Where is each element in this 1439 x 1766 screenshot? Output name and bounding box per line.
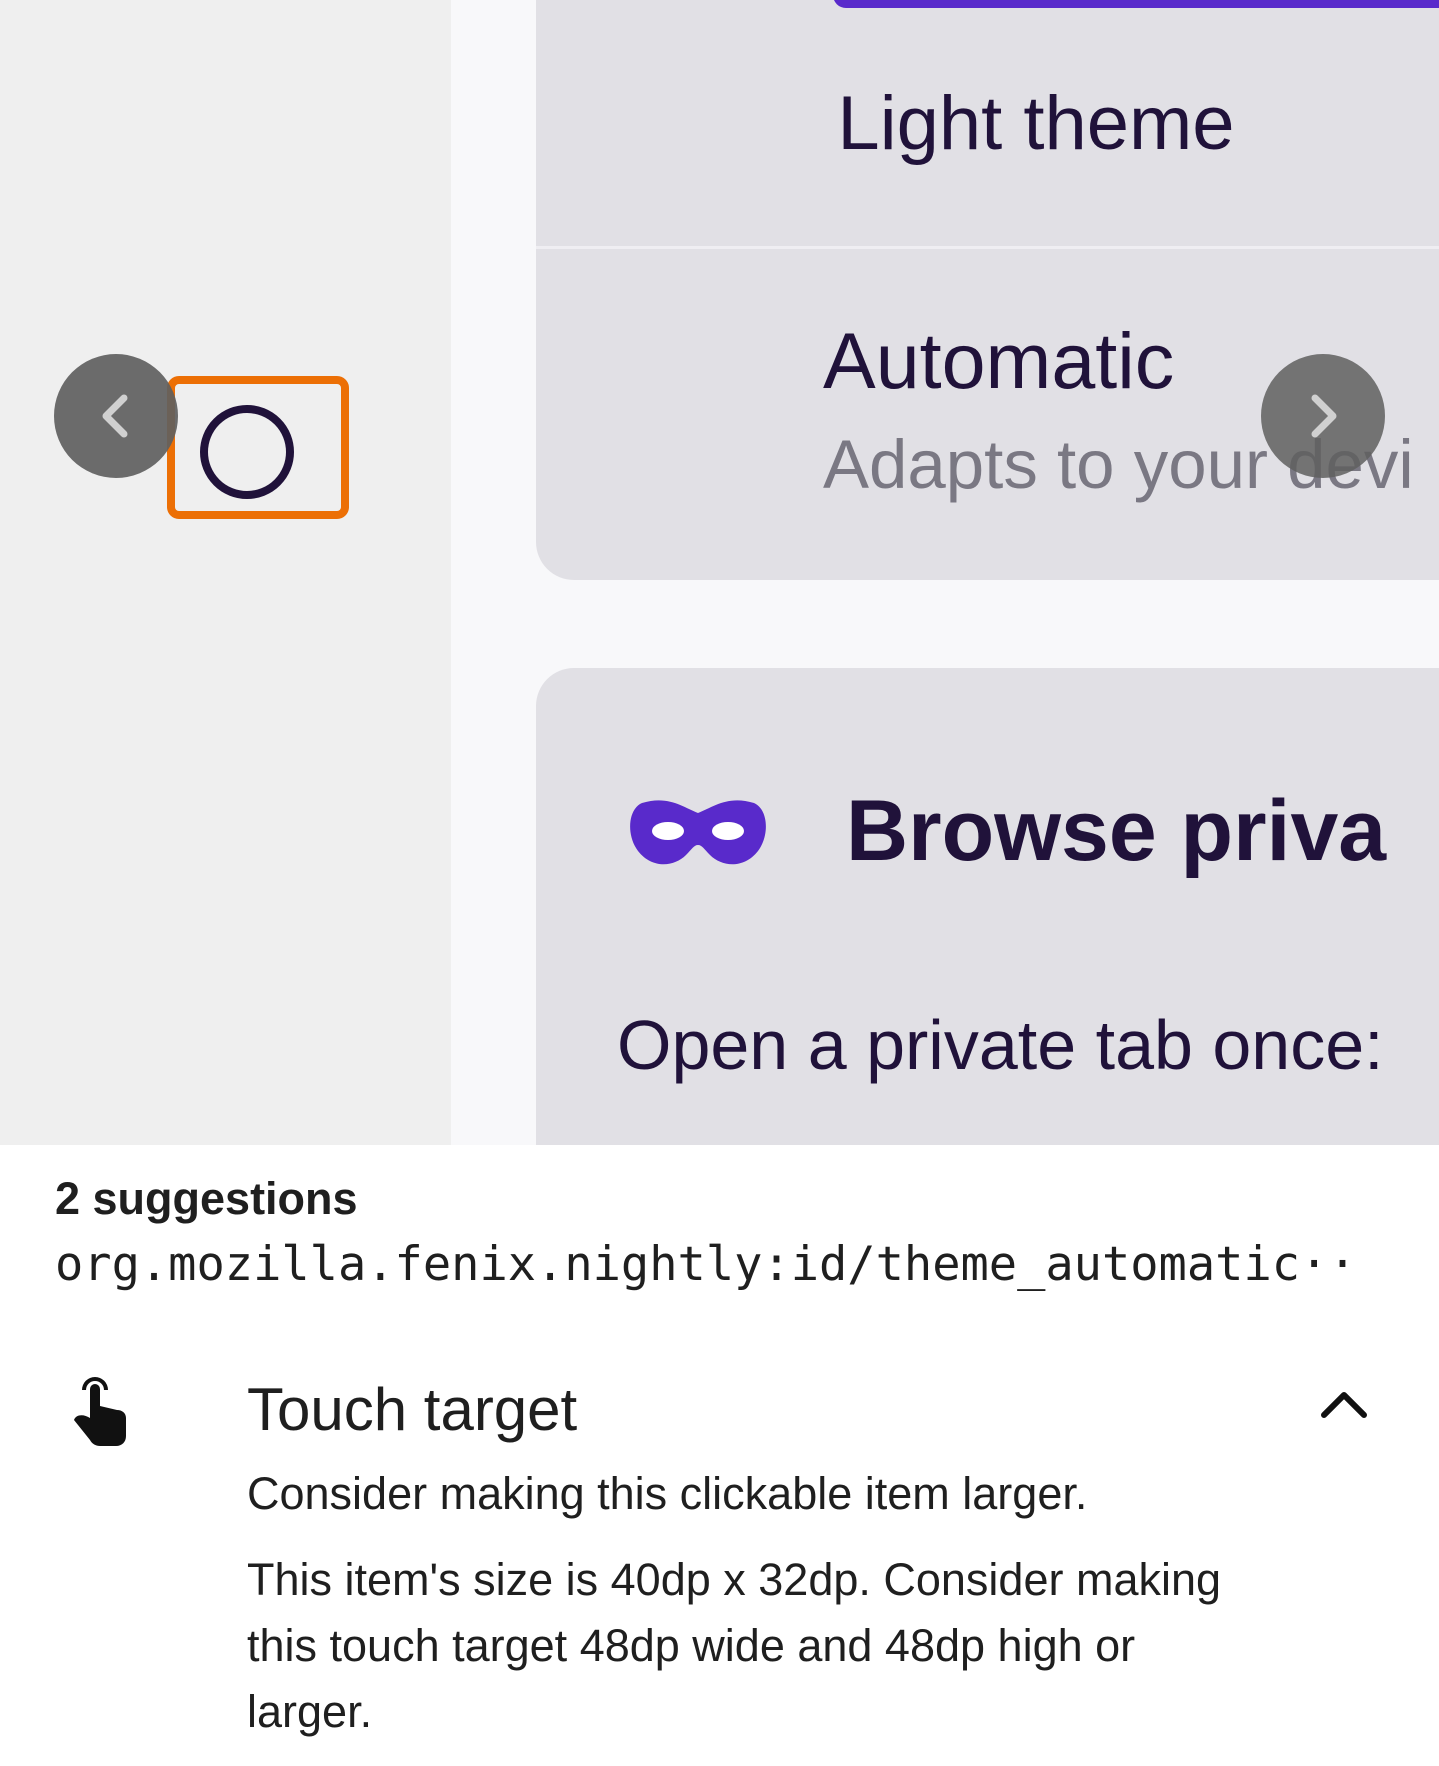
open-private-text: Open a private tab once: — [617, 1006, 1384, 1084]
theme-preview-bar — [833, 0, 1439, 8]
previous-button[interactable] — [54, 354, 178, 478]
resource-id: org.mozilla.fenix.nightly:id/theme_autom… — [55, 1237, 1357, 1292]
chevron-right-icon — [1311, 394, 1337, 438]
touch-target-highlight — [167, 376, 349, 519]
touch-app-icon — [74, 1377, 126, 1446]
browse-private-title: Browse priva — [846, 783, 1387, 879]
chevron-up-icon[interactable] — [1318, 1383, 1370, 1423]
private-mask-icon — [630, 800, 766, 865]
card-divider — [536, 246, 1439, 249]
touch-target-detail: This item's size is 40dp x 32dp. Conside… — [247, 1554, 1222, 1737]
screenshot-preview: Light theme Automatic Adapts to your dev… — [0, 0, 1439, 1145]
next-button[interactable] — [1261, 354, 1385, 478]
touch-target-title: Touch target — [247, 1376, 578, 1443]
automatic-title: Automatic — [823, 316, 1175, 405]
touch-target-description: Consider making this clickable item larg… — [247, 1468, 1088, 1519]
chevron-left-icon — [102, 394, 128, 438]
light-theme-label: Light theme — [837, 81, 1235, 166]
suggestion-count: 2 suggestions — [55, 1173, 358, 1224]
device-screen: Light theme — [451, 0, 1439, 1145]
suggestions-panel: 2 suggestions org.mozilla.fenix.nightly:… — [0, 1145, 1439, 1766]
